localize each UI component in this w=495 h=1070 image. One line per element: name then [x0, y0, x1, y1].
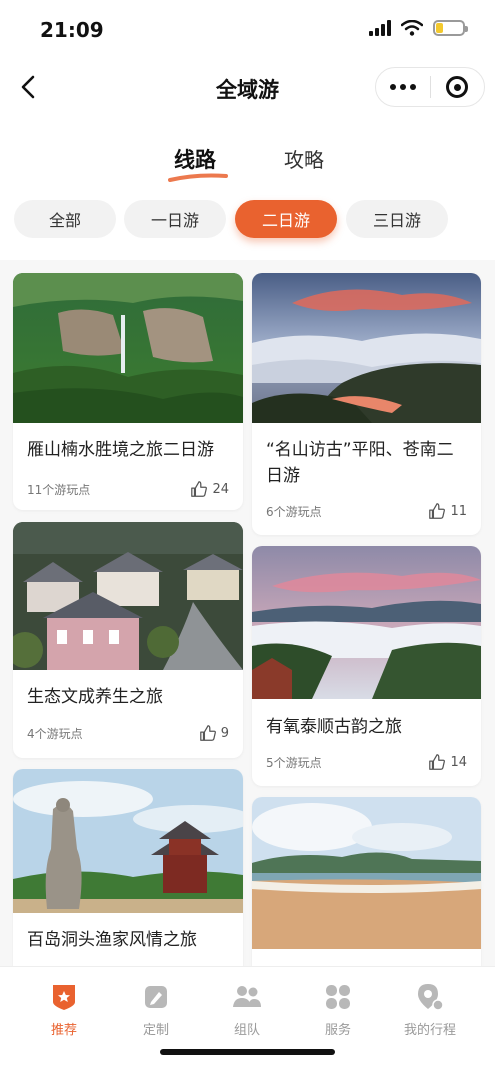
like-button[interactable]: 9 [199, 724, 229, 742]
spot-count: 5个游玩点 [266, 755, 322, 770]
tab-recommend[interactable]: 推荐 [24, 981, 104, 1038]
tab-my-trips[interactable]: 我的行程 [390, 981, 470, 1038]
route-title: 雁山楠水胜境之旅二日游 [27, 440, 214, 460]
more-button[interactable] [376, 68, 430, 106]
village-houses-image [13, 522, 243, 670]
filter-three-day[interactable]: 三日游 [346, 200, 448, 238]
status-time: 21:09 [40, 18, 104, 42]
route-title: 有氧泰顺古韵之旅 [266, 717, 402, 737]
tab-team[interactable]: 组队 [207, 981, 287, 1038]
sea-of-clouds-image [252, 273, 481, 423]
tab-routes[interactable]: 线路 [168, 144, 228, 182]
nav-bar: 全域游 [0, 58, 495, 118]
route-card[interactable]: 百岛洞头渔家风情之旅 [13, 769, 243, 979]
signal-icon [369, 20, 391, 36]
like-count: 9 [220, 725, 229, 741]
battery-icon [433, 20, 468, 36]
route-card[interactable]: 生态文成养生之旅 4个游玩点 9 [13, 522, 243, 758]
route-card[interactable]: 雁山楠水胜境之旅二日游 11个游玩点 24 [13, 273, 243, 510]
star-shield-icon [53, 985, 75, 1010]
edit-icon [145, 986, 167, 1008]
beach-image [252, 797, 481, 949]
misty-valley-image [252, 546, 481, 699]
tab-my-trips-label: 我的行程 [403, 1023, 456, 1038]
route-meta: 5个游玩点 14 [266, 753, 467, 771]
tab-guides-label: 攻略 [284, 148, 324, 172]
like-button[interactable]: 11 [428, 502, 467, 520]
route-meta: 11个游玩点 24 [27, 480, 229, 498]
location-icon [418, 984, 444, 1011]
tab-routes-label: 线路 [174, 148, 216, 172]
route-meta: 6个游玩点 11 [266, 502, 467, 520]
route-title: “名山访古”平阳、苍南二日游 [266, 440, 454, 486]
filter-one-day[interactable]: 一日游 [124, 200, 226, 238]
target-icon [446, 76, 469, 98]
group-icon [233, 986, 261, 1007]
route-meta: 4个游玩点 9 [27, 724, 229, 742]
thumbs-up-icon [191, 481, 208, 497]
grid-icon [326, 985, 350, 1009]
status-bar: 21:09 [0, 0, 495, 58]
tab-service[interactable]: 服务 [298, 981, 378, 1038]
active-tab-underline [168, 173, 228, 182]
status-icons [369, 20, 468, 36]
like-count: 14 [450, 754, 467, 770]
like-button[interactable]: 14 [428, 753, 467, 771]
route-title: 生态文成养生之旅 [27, 687, 163, 707]
route-card[interactable]: “名山访古”平阳、苍南二日游 6个游玩点 11 [252, 273, 481, 535]
route-title: 百岛洞头渔家风情之旅 [27, 930, 197, 950]
close-button[interactable] [431, 68, 485, 106]
tab-recommend-label: 推荐 [50, 1023, 77, 1038]
filter-two-day[interactable]: 二日游 [235, 200, 337, 238]
statue-pagoda-image [13, 769, 243, 913]
like-count: 24 [212, 481, 229, 497]
route-card[interactable]: 有氧泰顺古韵之旅 5个游玩点 14 [252, 546, 481, 786]
more-dots-icon [389, 84, 416, 90]
wifi-icon [401, 20, 423, 36]
thumbs-up-icon [429, 754, 446, 770]
duration-filters: 全部 一日游 二日游 三日游 [0, 188, 495, 260]
home-indicator [160, 1049, 335, 1055]
like-button[interactable]: 24 [190, 480, 229, 498]
filter-all[interactable]: 全部 [14, 200, 116, 238]
spot-count: 4个游玩点 [27, 726, 83, 741]
thumbs-up-icon [429, 503, 446, 519]
mini-program-capsule [375, 67, 485, 107]
tab-guides[interactable]: 攻略 [284, 144, 324, 173]
tab-team-label: 组队 [233, 1023, 260, 1038]
spot-count: 6个游玩点 [266, 504, 322, 519]
waterfall-canyon-image [13, 273, 243, 423]
tab-service-label: 服务 [324, 1023, 351, 1038]
route-card[interactable] [252, 797, 481, 977]
thumbs-up-icon [199, 725, 216, 741]
like-count: 11 [450, 503, 467, 519]
top-tabs: 线路 攻略 [0, 118, 495, 188]
tab-customize-label: 定制 [142, 1023, 169, 1038]
spot-count: 11个游玩点 [27, 482, 91, 497]
tab-customize[interactable]: 定制 [116, 981, 196, 1038]
